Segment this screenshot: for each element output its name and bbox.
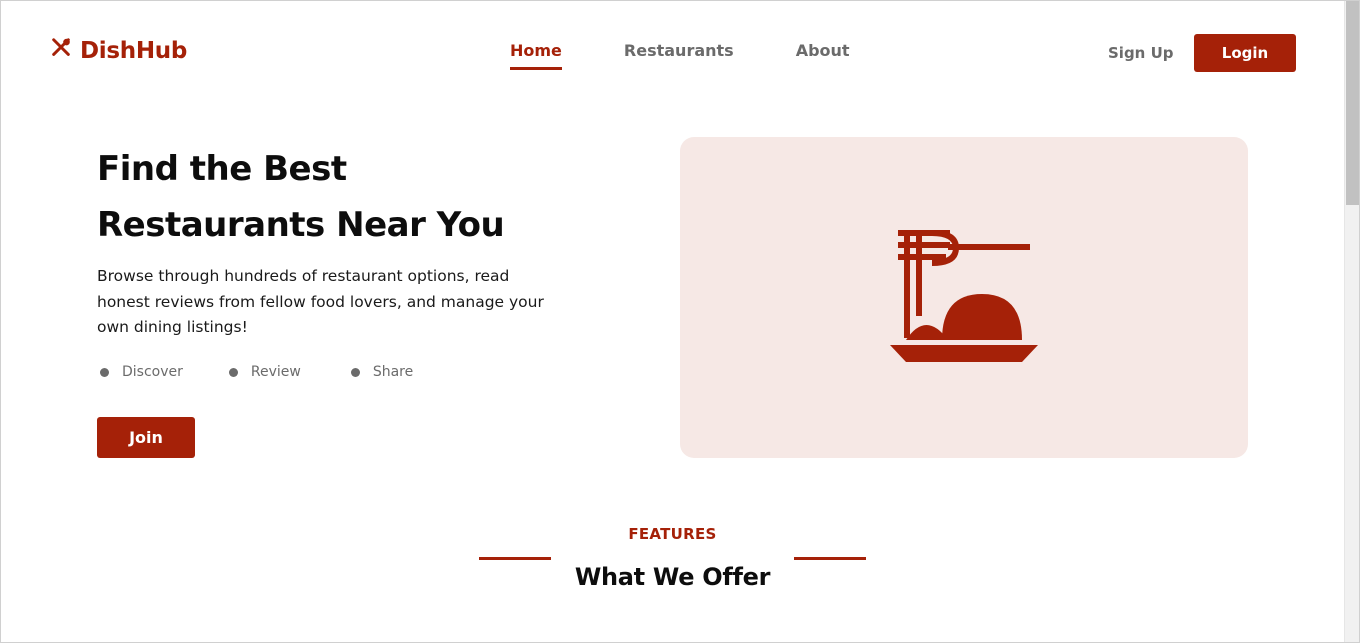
nav-home[interactable]: Home <box>510 41 562 70</box>
highlight-discover: Discover <box>100 364 183 380</box>
features-title: What We Offer <box>574 563 771 591</box>
logo[interactable]: DishHub <box>50 37 187 65</box>
highlight-label: Share <box>372 364 414 380</box>
features-divider-right <box>794 557 866 560</box>
scrollbar-thumb[interactable] <box>1346 1 1359 205</box>
highlight-label: Review <box>250 364 301 380</box>
join-button[interactable]: Join <box>97 417 195 458</box>
highlight-label: Discover <box>122 364 183 380</box>
bullet-dot-icon <box>228 367 238 377</box>
vertical-scrollbar[interactable] <box>1344 1 1359 642</box>
hero-highlights: Discover Review Share <box>100 364 413 380</box>
bullet-dot-icon <box>100 367 109 377</box>
bullet-dot-icon <box>350 367 360 377</box>
hero-title-line2: Restaurants Near You <box>97 205 505 245</box>
fork-knife-icon <box>50 37 72 65</box>
hero-title: Find the Best Restaurants Near You <box>97 141 657 253</box>
site-header: DishHub Home Restaurants About Sign Up L… <box>1 1 1344 105</box>
hero-title-line1: Find the Best <box>97 149 347 189</box>
hero-image <box>680 137 1248 458</box>
login-button[interactable]: Login <box>1194 34 1296 72</box>
highlight-review: Review <box>228 364 301 380</box>
nav-about[interactable]: About <box>796 41 850 70</box>
logo-text: DishHub <box>80 38 188 64</box>
browser-viewport: DishHub Home Restaurants About Sign Up L… <box>0 0 1360 643</box>
noodle-bowl-icon <box>890 230 1038 362</box>
nav-restaurants[interactable]: Restaurants <box>624 41 734 70</box>
features-divider-left <box>479 557 551 560</box>
highlight-share: Share <box>350 364 414 380</box>
hero-description: Browse through hundreds of restaurant op… <box>97 267 544 336</box>
signup-link[interactable]: Sign Up <box>1108 44 1174 62</box>
features-eyebrow: FEATURES <box>628 525 717 543</box>
main-nav: Home Restaurants About <box>510 41 912 70</box>
